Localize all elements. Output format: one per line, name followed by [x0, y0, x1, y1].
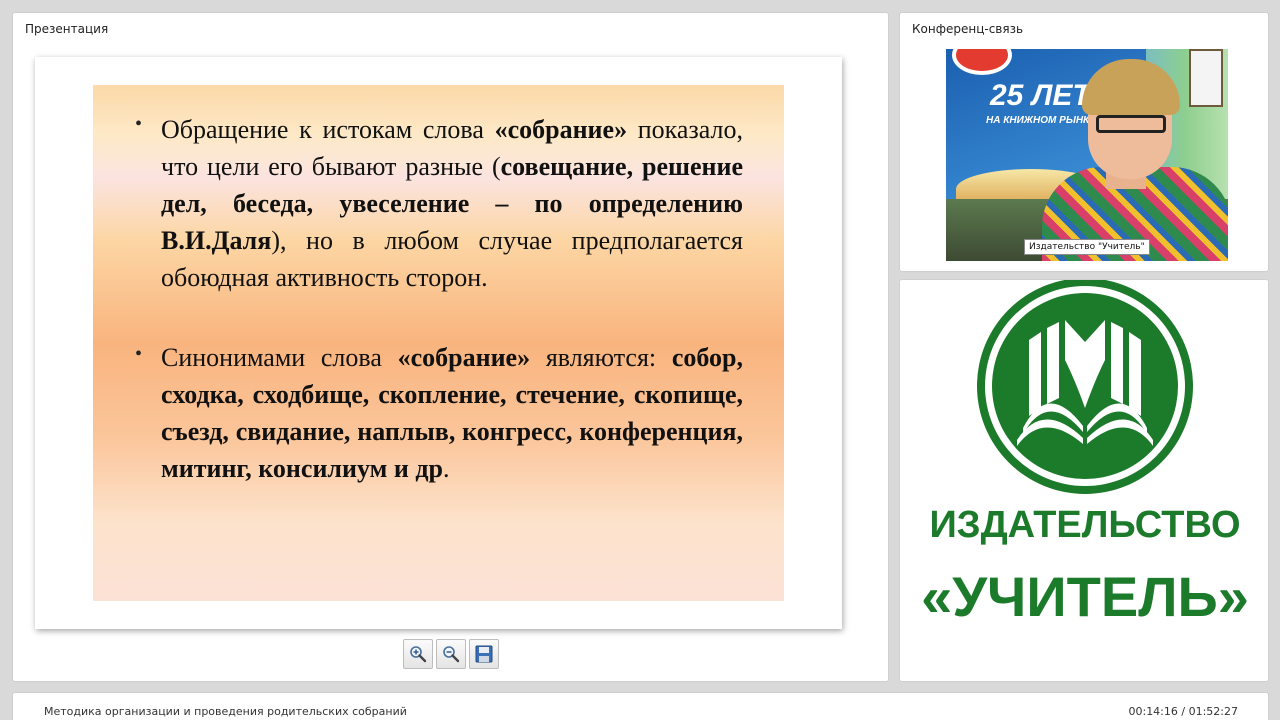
- bullet-icon: •: [135, 113, 143, 135]
- presenter-glasses: [1096, 115, 1166, 133]
- conference-panel-title: Конференц-связь: [912, 22, 1024, 36]
- slide-text: .: [442, 454, 450, 483]
- slide-frame: • Обращение к истокам слова «собрание» п…: [35, 57, 842, 629]
- video-banner-text: 25 ЛЕТ: [990, 79, 1091, 112]
- video-feed[interactable]: 25 ЛЕТ НА КНИЖНОМ РЫНКЕ РОССИИ Издательс…: [946, 49, 1228, 261]
- video-wall-frame: [1189, 49, 1223, 107]
- publisher-name-line1: ИЗДАТЕЛЬСТВО: [929, 504, 1241, 546]
- slide-toolbar: [403, 639, 499, 669]
- playback-time: 00:14:16 / 01:52:27: [1128, 705, 1238, 718]
- slide-bold-text: «собрание»: [397, 343, 531, 372]
- slide-text: Синонимами слова: [161, 343, 398, 372]
- publisher-logo-icon: [977, 280, 1193, 494]
- conference-panel: Конференц-связь 25 ЛЕТ НА КНИЖНОМ РЫНКЕ …: [899, 12, 1269, 272]
- presentation-panel-title: Презентация: [25, 22, 109, 36]
- publisher-name-line2: «УЧИТЕЛЬ»: [921, 565, 1249, 628]
- bullet-icon: •: [135, 343, 143, 365]
- slide-text: Обращение к истокам слова: [161, 115, 495, 144]
- save-button[interactable]: [469, 639, 499, 669]
- slide-paragraph-2: Синонимами слова «собрание» являются: со…: [161, 339, 743, 487]
- save-icon: [475, 645, 493, 663]
- publisher-logo-panel: ИЗДАТЕЛЬСТВО «УЧИТЕЛЬ»: [899, 279, 1269, 682]
- slide-text: являются:: [530, 343, 672, 372]
- zoom-in-icon: [410, 646, 427, 663]
- player-footer: Методика организации и проведения родите…: [12, 692, 1269, 720]
- slide-paragraph-1: Обращение к истокам слова «собрание» пок…: [161, 111, 743, 296]
- presentation-panel: Презентация • Обращение к истокам слова …: [12, 12, 889, 682]
- zoom-out-icon: [443, 646, 460, 663]
- video-caption: Издательство "Учитель": [1024, 239, 1150, 255]
- webinar-title: Методика организации и проведения родите…: [44, 705, 407, 718]
- zoom-in-button[interactable]: [403, 639, 433, 669]
- zoom-out-button[interactable]: [436, 639, 466, 669]
- slide-bold-text: «собрание»: [494, 115, 628, 144]
